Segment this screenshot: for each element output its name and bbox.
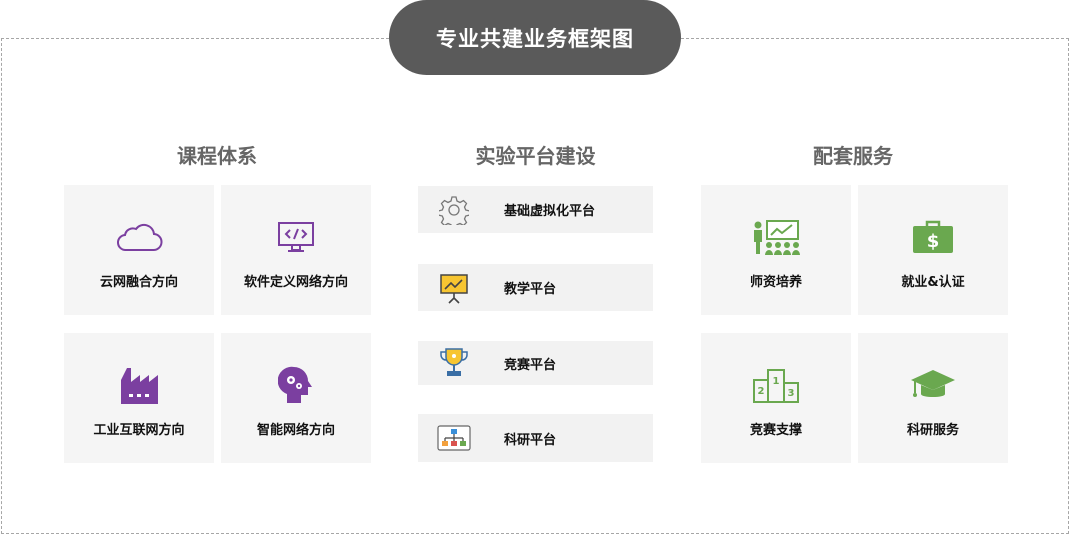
card-label: 工业互联网方向 — [93, 423, 185, 438]
card-label: 软件定义网络方向 — [243, 275, 348, 290]
card-industrial-internet: 工业互联网方向 — [64, 333, 214, 463]
bar-label: 基础虚拟化平台 — [504, 204, 596, 219]
podium-icon: 213 — [752, 367, 800, 403]
teacher-icon — [752, 219, 800, 255]
card-label: 智能网络方向 — [256, 423, 335, 438]
bar-label: 科研平台 — [504, 432, 557, 448]
gear-icon — [418, 195, 490, 225]
card-competition-support: 213 竞赛支撑 — [701, 333, 851, 463]
svg-text:1: 1 — [773, 376, 780, 387]
code-monitor-icon — [276, 219, 316, 255]
svg-text:$: $ — [927, 231, 940, 252]
bar-virtualization: 基础虚拟化平台 — [418, 186, 653, 233]
org-chart-icon — [418, 425, 490, 451]
svg-text:2: 2 — [758, 386, 765, 397]
factory-icon — [117, 367, 161, 404]
card-cloud-network: 云网融合方向 — [64, 185, 214, 315]
bar-competition: 竞赛平台 — [418, 341, 653, 385]
bar-label: 教学平台 — [504, 282, 557, 297]
graduation-cap-icon — [910, 367, 956, 403]
card-employment-cert: $ 就业&认证 — [858, 185, 1008, 315]
cloud-icon — [115, 219, 163, 255]
card-label: 竞赛支撑 — [749, 423, 802, 438]
card-label: 云网融合方向 — [99, 275, 178, 290]
briefcase-dollar-icon: $ — [912, 219, 954, 255]
card-research-service: 科研服务 — [858, 333, 1008, 463]
svg-text:3: 3 — [788, 388, 795, 399]
bar-research: 科研平台 — [418, 414, 653, 462]
card-intelligent-network: 智能网络方向 — [221, 333, 371, 463]
diagram-title: 专业共建业务框架图 — [389, 0, 681, 75]
card-label: 师资培养 — [749, 275, 802, 290]
lab-heading: 实验平台建设 — [475, 144, 596, 168]
card-sdn: 软件定义网络方向 — [221, 185, 371, 315]
card-label: 就业&认证 — [901, 275, 965, 290]
card-label: 科研服务 — [906, 423, 959, 438]
trophy-icon — [418, 347, 490, 379]
bar-label: 竞赛平台 — [504, 357, 557, 373]
bar-teaching: 教学平台 — [418, 264, 653, 311]
services-heading: 配套服务 — [813, 144, 893, 168]
card-teacher-training: 师资培养 — [701, 185, 851, 315]
brain-gears-icon — [278, 366, 314, 403]
curriculum-heading: 课程体系 — [177, 144, 257, 168]
presentation-board-icon — [418, 272, 490, 304]
